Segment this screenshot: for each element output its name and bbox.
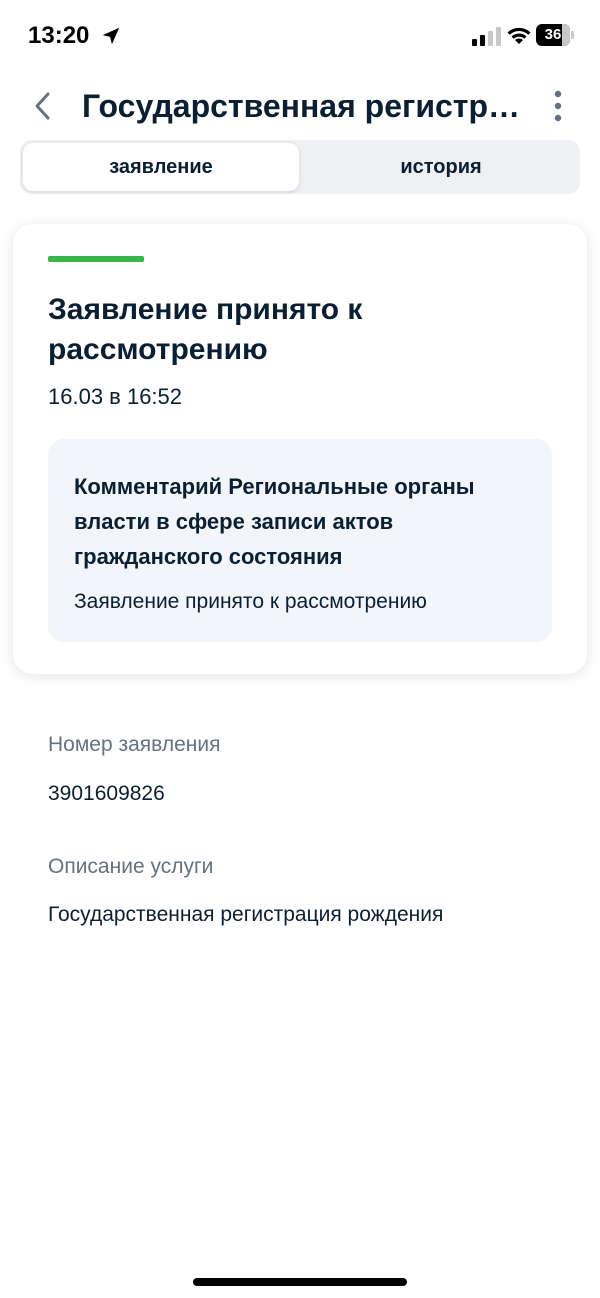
application-number-value: 3901609826 (48, 782, 165, 805)
application-number-label: Номер заявления (48, 733, 221, 756)
comment-text: Заявление принято к рассмотрению (74, 590, 427, 613)
back-chevron-icon[interactable] (24, 86, 64, 126)
comment-title: Комментарий Региональные органы власти в… (74, 474, 475, 569)
status-stripe (48, 256, 144, 262)
tab-history[interactable]: история (303, 143, 579, 191)
status-time: 13:20 (28, 22, 90, 49)
service-description-value: Государственная регистрация рождения (48, 903, 444, 926)
header: Государственная регистрация рождения (0, 72, 600, 138)
status-bar: 13:20 36 (0, 0, 600, 72)
comment-box: Комментарий Региональные органы власти в… (48, 439, 552, 642)
tab-bar: заявление история (20, 140, 580, 194)
status-title: Заявление принято к рассмотрению (48, 293, 363, 366)
cellular-signal-icon (472, 27, 501, 46)
tab-application[interactable]: заявление (23, 143, 299, 191)
status-card: Заявление принято к рассмотрению 16.03 в… (13, 224, 587, 674)
battery-level: 36 (544, 26, 562, 43)
battery-body: 36 (536, 24, 570, 46)
battery-indicator: 36 (536, 24, 574, 46)
battery-tip (571, 31, 574, 39)
status-date: 16.03 в 16:52 (48, 384, 183, 409)
screen: 13:20 36 Государственная регистраци (0, 0, 600, 1298)
home-indicator[interactable] (193, 1278, 407, 1286)
service-description-label: Описание услуги (48, 855, 214, 878)
more-vertical-icon[interactable] (546, 88, 570, 124)
location-arrow-icon (102, 27, 120, 45)
page-title: Государственная регистрация рождения (82, 88, 522, 124)
wifi-icon (507, 27, 531, 44)
